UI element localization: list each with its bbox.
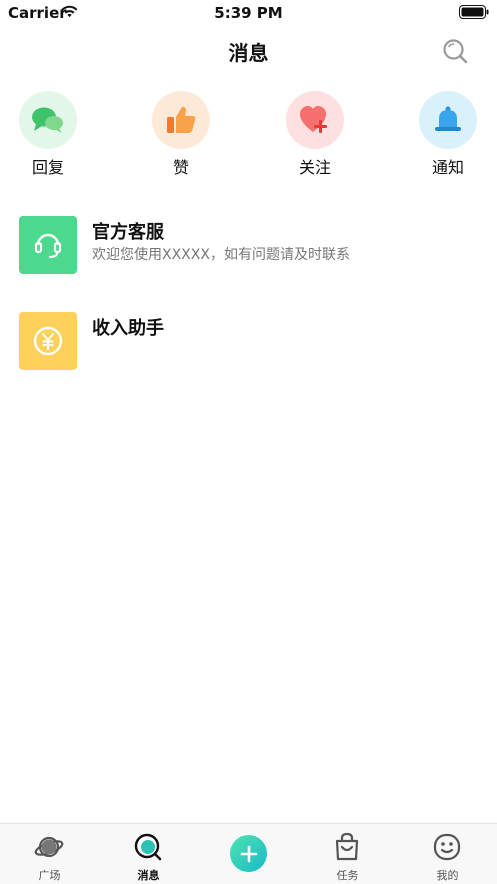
coin-tile (19, 312, 77, 370)
headset-icon (34, 233, 62, 259)
message-item-income-assistant[interactable]: 收入助手 (0, 312, 497, 392)
tab-messages[interactable]: 消息 (99, 824, 198, 884)
add-button[interactable] (230, 835, 267, 872)
quick-action-label: 关注 (298, 158, 331, 177)
thumbs-up-icon (167, 106, 196, 133)
quick-action-label: 回复 (31, 158, 64, 177)
headset-tile (19, 216, 77, 274)
like-circle (152, 91, 210, 149)
tab-mine[interactable]: 我的 (398, 824, 497, 884)
battery-icon (459, 5, 489, 19)
tab-label: 消息 (137, 869, 160, 882)
smiley-face-icon (433, 833, 461, 861)
quick-action-label: 通知 (431, 158, 464, 177)
message-icon (134, 833, 162, 861)
quick-action-notice[interactable]: 通知 (408, 91, 488, 178)
status-bar: Carrier 5:39 PM (0, 0, 497, 26)
quick-action-label: 赞 (172, 158, 189, 177)
notice-circle (419, 91, 477, 149)
message-title: 官方客服 (92, 222, 164, 243)
add-icon (240, 845, 257, 862)
tab-tasks[interactable]: 任务 (298, 824, 397, 884)
page-title: 消息 (228, 41, 269, 65)
search-icon[interactable] (441, 37, 469, 65)
quick-action-reply[interactable]: 回复 (8, 91, 88, 178)
message-title: 收入助手 (92, 318, 164, 339)
reply-circle (19, 91, 77, 149)
status-time: 5:39 PM (214, 4, 283, 22)
yuan-coin-icon (33, 326, 63, 356)
tab-bar: 广场 消息 任务 我的 (0, 823, 497, 884)
chat-bubbles-icon (32, 107, 63, 133)
tab-label: 我的 (436, 869, 459, 882)
shopping-bag-icon (335, 832, 359, 861)
quick-action-follow[interactable]: 关注 (275, 91, 355, 178)
tab-plaza[interactable]: 广场 (0, 824, 99, 884)
message-item-customer-service[interactable]: 官方客服 欢迎您使用XXXXX，如有问题请及时联系 (0, 216, 497, 296)
heart-plus-icon (300, 106, 327, 133)
message-subtitle: 欢迎您使用XXXXX，如有问题请及时联系 (92, 247, 350, 263)
tab-label: 广场 (38, 869, 61, 882)
quick-action-like[interactable]: 赞 (141, 91, 221, 178)
follow-circle (286, 91, 344, 149)
planet-icon (34, 836, 64, 858)
bell-icon (435, 106, 461, 131)
tab-label: 任务 (336, 869, 359, 882)
